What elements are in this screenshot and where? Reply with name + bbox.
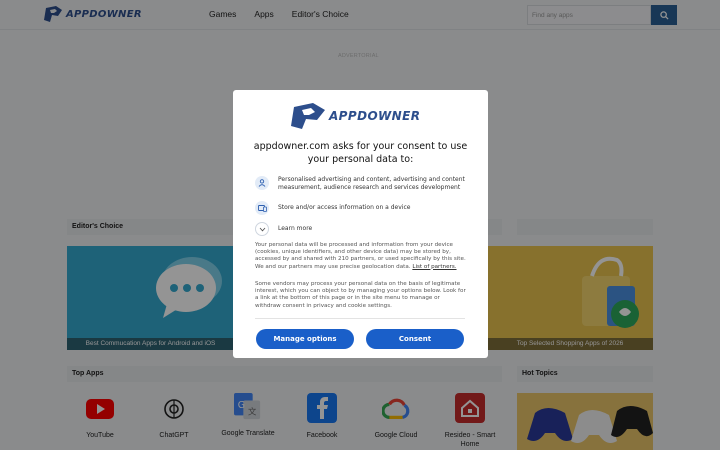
learn-more-toggle[interactable]: Learn more <box>255 222 468 236</box>
chevron-down-icon <box>255 222 269 236</box>
appdowner-logo-icon <box>291 103 325 129</box>
purpose-text: Personalised advertising and content, ad… <box>278 176 465 191</box>
manage-options-button[interactable]: Manage options <box>256 329 354 349</box>
consent-logo: APPDOWNER <box>291 103 420 129</box>
purpose-store-access: Store and/or access information on a dev… <box>255 201 468 215</box>
person-icon <box>255 176 269 190</box>
consent-title: appdowner.com asks for your consent to u… <box>253 141 468 165</box>
consent-logo-text: APPDOWNER <box>329 109 421 123</box>
purpose-personalised-ads: Personalised advertising and content, ad… <box>255 176 468 192</box>
consent-paragraph-2: Some vendors may process your personal d… <box>255 281 466 309</box>
consent-dialog: APPDOWNER appdowner.com asks for your co… <box>233 90 488 358</box>
purpose-text: Store and/or access information on a dev… <box>278 204 411 211</box>
list-of-partners-link[interactable]: List of partners. <box>412 264 456 270</box>
learn-more-label: Learn more <box>278 225 313 232</box>
consent-button[interactable]: Consent <box>366 329 464 349</box>
device-icon <box>255 201 269 215</box>
consent-divider <box>255 318 465 319</box>
consent-paragraph-1: Your personal data will be processed and… <box>255 242 467 271</box>
